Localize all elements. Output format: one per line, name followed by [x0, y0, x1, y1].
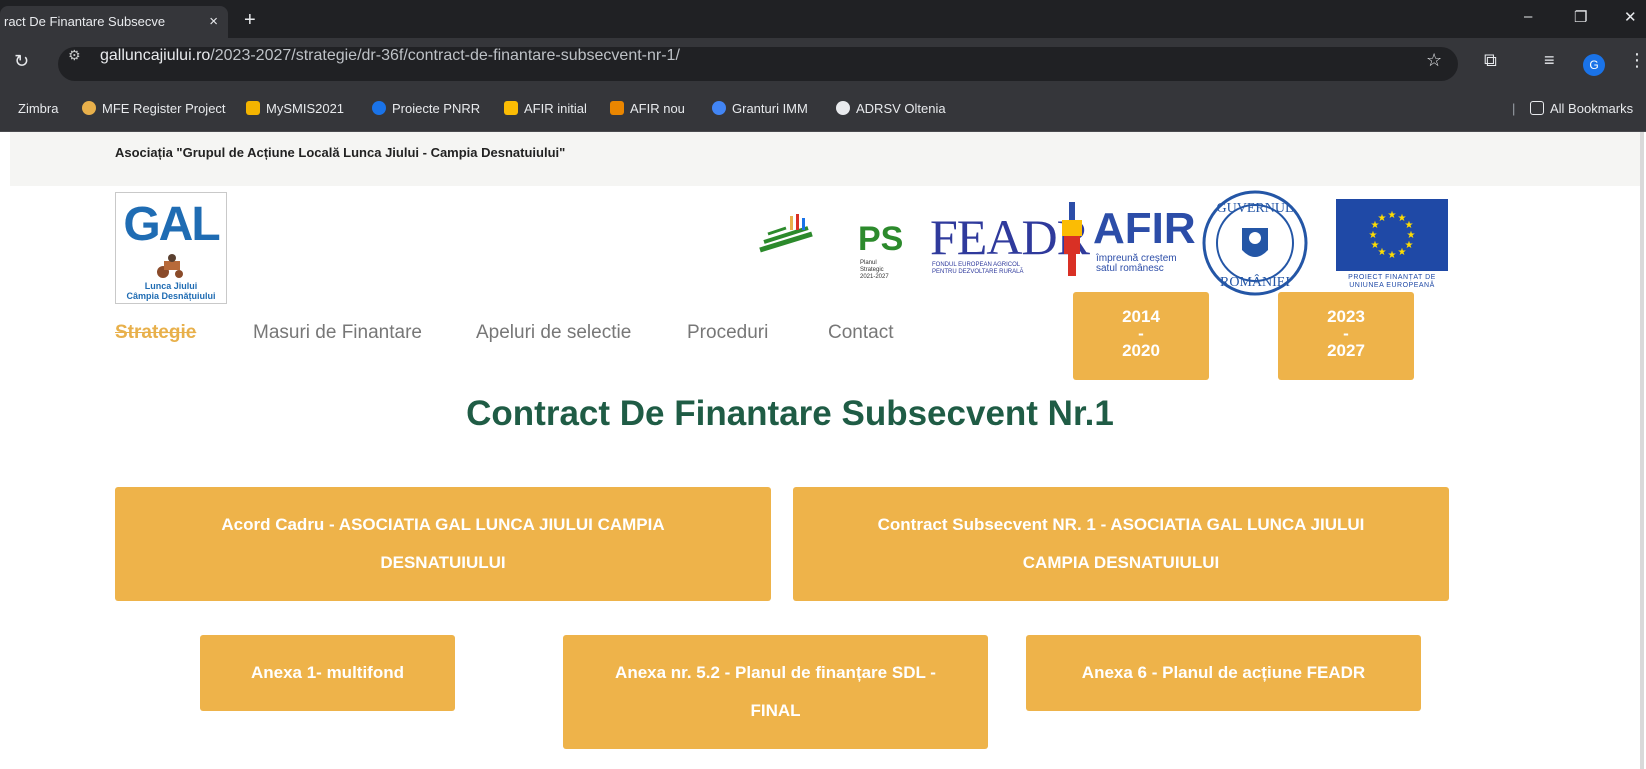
browser-tab[interactable]: ract De Finantare Subsecve × [0, 6, 228, 38]
period-2023-2027-button[interactable]: 2023 - 2027 [1278, 292, 1414, 380]
granturi-icon [712, 101, 726, 115]
profile-avatar[interactable]: G [1583, 54, 1605, 76]
bookmark-star-icon[interactable]: ☆ [1426, 50, 1442, 71]
bookmark-mysmis[interactable]: MySMIS2021 [246, 101, 344, 116]
mysmis-icon [246, 101, 260, 115]
eu-stars-icon: ★ ★★ ★★★ ★★★ ★★★ [1369, 210, 1416, 261]
site-topbar: Asociația "Grupul de Acțiune Locală Lunc… [10, 132, 1644, 186]
svg-text:ROMÂNIEI: ROMÂNIEI [1220, 273, 1290, 290]
ps-logo: PS [858, 220, 904, 258]
ps-caption: Planul Strategic 2021-2027 [860, 260, 889, 280]
feadr-caption: FONDUL EUROPEAN AGRICOL PENTRU DEZVOLTAR… [932, 262, 1024, 275]
guvernul-romaniei-emblem: GUVERNUL ROMÂNIEI [1202, 190, 1308, 296]
globe-icon [836, 101, 850, 115]
logo-text: GAL [123, 198, 220, 251]
doc-anexa-5-2-button[interactable]: Anexa nr. 5.2 - Planul de finanțare SDL … [563, 635, 988, 749]
nav-contact[interactable]: Contact [828, 322, 893, 344]
wheat-icon [759, 214, 813, 253]
bookmark-afir-nou[interactable]: AFIR nou [610, 101, 685, 116]
bookmark-pnrr[interactable]: Proiecte PNRR [372, 101, 480, 116]
nav-strategie[interactable]: Strategie [115, 322, 196, 344]
eu-flag: ★ ★ ★ ★ ★ ★ ★ ★ ★ ★ ★ ★ [1336, 199, 1448, 271]
reload-icon[interactable]: ↻ [14, 51, 29, 72]
svg-text:★: ★ [1388, 250, 1397, 261]
organization-name: Asociația "Grupul de Acțiune Locală Lunc… [115, 145, 566, 160]
svg-text:★: ★ [1371, 240, 1380, 251]
web-page: Asociația "Grupul de Acțiune Locală Lunc… [10, 132, 1644, 769]
minimize-icon[interactable]: – [1524, 8, 1532, 25]
eu-caption: PROIECT FINANȚAT DE UNIUNEA EUROPEANĂ [1348, 274, 1436, 289]
doc-anexa-6-button[interactable]: Anexa 6 - Planul de acțiune FEADR [1026, 635, 1421, 711]
mfe-icon [82, 101, 96, 115]
scrollbar[interactable] [1640, 132, 1644, 769]
afir-nou-icon [610, 101, 624, 115]
nav-masuri-de-finantare[interactable]: Masuri de Finantare [253, 322, 422, 344]
bookmarks-separator: | [1512, 101, 1516, 116]
all-bookmarks[interactable]: All Bookmarks [1530, 101, 1633, 116]
bookmark-granturi[interactable]: Granturi IMM [712, 101, 808, 116]
gal-logo[interactable]: GAL Lunca Jiului Câmpia Desnățuiului [115, 192, 227, 304]
bookmark-afir-initial[interactable]: AFIR initial [504, 101, 587, 116]
url-text[interactable]: galluncajiului.ro/2023-2027/strategie/dr… [100, 47, 680, 65]
afir-caption: împreună creștem satul românesc [1096, 253, 1177, 274]
close-window-icon[interactable]: ✕ [1624, 8, 1637, 26]
browser-titlebar: ract De Finantare Subsecve × + – ❐ ✕ [0, 0, 1646, 38]
restore-icon[interactable]: ❐ [1574, 8, 1587, 26]
reading-list-icon[interactable]: ≡ [1544, 50, 1555, 71]
new-tab-button[interactable]: + [244, 6, 256, 34]
svg-text:★: ★ [1398, 247, 1407, 258]
tab-title: ract De Finantare Subsecve [4, 14, 166, 29]
bookmark-adrsv[interactable]: ADRSV Oltenia [836, 101, 946, 116]
afir-logo: AFIR [1093, 204, 1196, 253]
tab-close-icon[interactable]: × [209, 6, 218, 38]
doc-anexa-1-button[interactable]: Anexa 1- multifond [200, 635, 455, 711]
afir-symbol-icon [1062, 202, 1082, 276]
browser-toolbar: ↻ ⚙ galluncajiului.ro/2023-2027/strategi… [0, 38, 1646, 88]
url-path: /2023-2027/strategie/dr-36f/contract-de-… [210, 47, 680, 64]
period-2014-2020-button[interactable]: 2014 - 2020 [1073, 292, 1209, 380]
bookmarks-bar: Zimbra MFE Register Project MySMIS2021 P… [0, 88, 1646, 132]
tractor-icon [157, 254, 183, 278]
nav-apeluri-de-selectie[interactable]: Apeluri de selectie [476, 322, 631, 344]
afir-initial-icon [504, 101, 518, 115]
folder-icon [1530, 101, 1544, 115]
page-title: Contract De Finantare Subsecvent Nr.1 [466, 394, 1114, 433]
svg-text:★: ★ [1378, 213, 1387, 224]
bookmark-zimbra[interactable]: Zimbra [18, 101, 58, 116]
bookmark-mfe[interactable]: MFE Register Project [82, 101, 226, 116]
nav-proceduri[interactable]: Proceduri [687, 322, 768, 344]
url-host: galluncajiului.ro [100, 47, 211, 64]
svg-text:★: ★ [1388, 210, 1397, 221]
logo-caption: Lunca Jiului Câmpia Desnățuiului [126, 281, 216, 301]
svg-text:★: ★ [1369, 230, 1378, 241]
extensions-icon[interactable]: ⧉ [1484, 50, 1497, 71]
menu-icon[interactable]: ⋮ [1628, 50, 1646, 71]
site-settings-icon[interactable]: ⚙ [68, 47, 90, 63]
pnrr-icon [372, 101, 386, 115]
doc-contract-subsecvent-button[interactable]: Contract Subsecvent NR. 1 - ASOCIATIA GA… [793, 487, 1449, 601]
svg-text:GUVERNUL: GUVERNUL [1217, 201, 1294, 216]
doc-acord-cadru-button[interactable]: Acord Cadru - ASOCIATIA GAL LUNCA JIULUI… [115, 487, 771, 601]
